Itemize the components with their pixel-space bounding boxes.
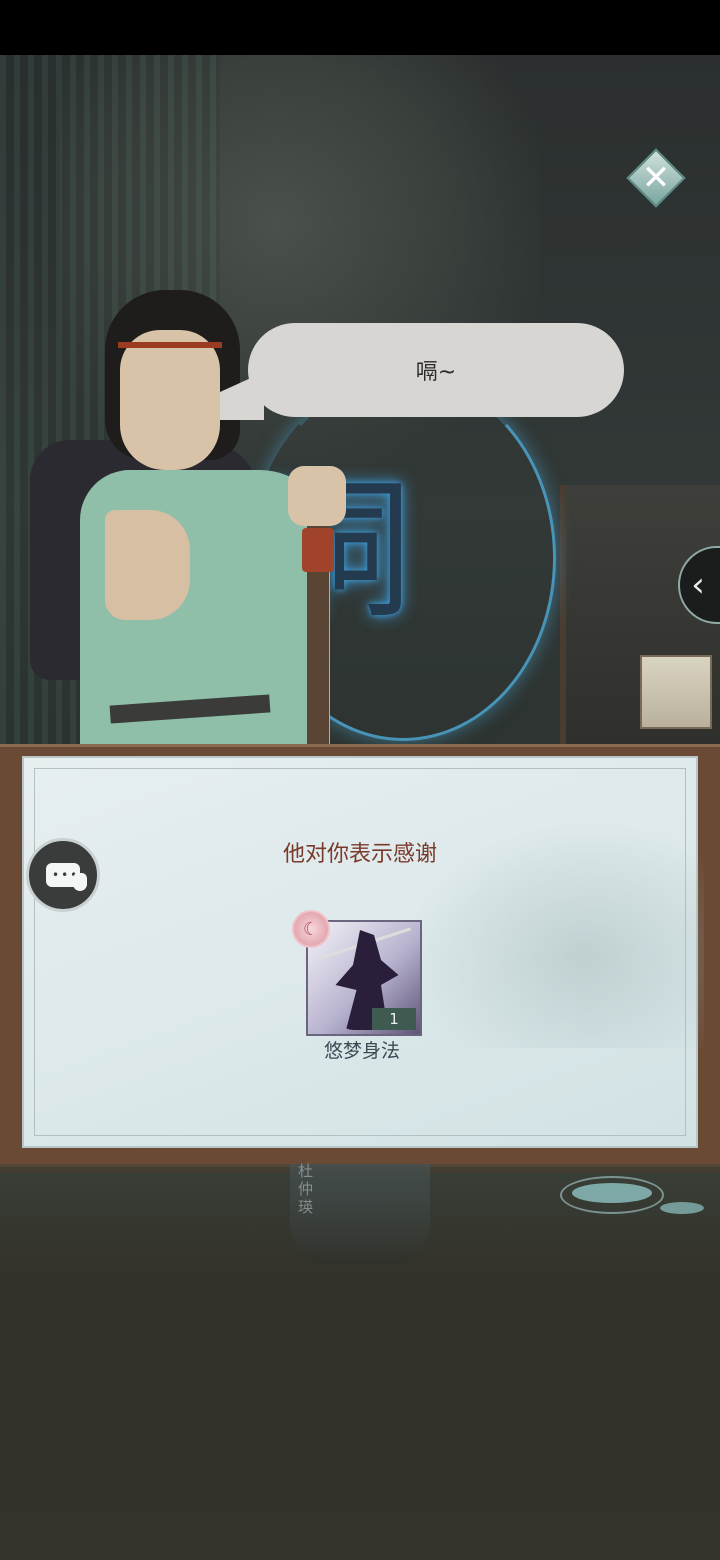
reward-item-name: 悠梦身法 xyxy=(323,1040,400,1062)
water-lily-small xyxy=(660,1202,704,1214)
water-lily xyxy=(572,1183,652,1203)
reward-item-count: 1 xyxy=(372,1008,416,1030)
speech-text: 嗝~ xyxy=(415,360,457,385)
moon-badge-icon: ☾ xyxy=(292,910,330,948)
close-icon: ✕ xyxy=(641,158,671,198)
speech-bubble[interactable]: 嗝~ xyxy=(248,323,624,417)
character-face xyxy=(120,330,220,470)
character-chest xyxy=(105,510,190,620)
character-headband xyxy=(118,342,222,348)
chevron-left-icon: ‹ xyxy=(691,565,705,605)
reward-panel[interactable]: 他对你表示感谢 1 ☾ 悠梦身法 xyxy=(22,756,704,1148)
staff-wrap xyxy=(302,528,334,572)
chat-button[interactable]: ••• xyxy=(26,838,100,912)
status-bar xyxy=(0,0,720,55)
paper-lantern xyxy=(640,655,712,729)
gourd-icon xyxy=(73,873,87,891)
reflection-label: 杜仲瑛 xyxy=(298,1162,314,1216)
character-hand xyxy=(288,466,346,526)
close-button[interactable]: ✕ xyxy=(626,148,686,208)
reward-title: 他对你表示感谢 xyxy=(282,842,437,867)
